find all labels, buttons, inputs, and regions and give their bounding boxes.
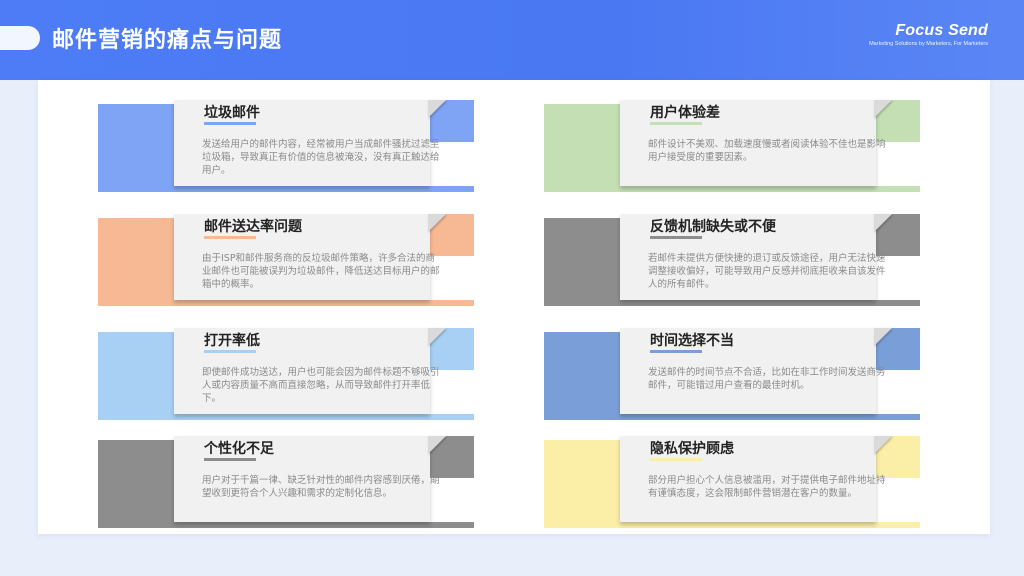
logo-text: Focus Send [895,22,988,39]
card-title-underline [204,122,256,125]
card-description: 即使邮件成功送达，用户也可能会因为邮件标题不够吸引人或内容质量不高而直接忽略，从… [202,367,440,404]
card-description: 发送邮件的时间节点不合适，比如在非工作时间发送商务邮件，可能错过用户查看的最佳时… [648,367,886,391]
card-color-tab [98,332,174,416]
card-description: 邮件设计不美观、加载速度慢或者阅读体验不佳也是影响用户接受度的重要因素。 [648,139,886,163]
logo-tagline: Marketing Solutions by Marketers, For Ma… [869,41,988,47]
card-title: 个性化不足 [204,441,274,457]
card-title: 打开率低 [204,333,260,349]
card-spam: 垃圾邮件发送给用户的邮件内容，经常被用户当成邮件骚扰过滤至垃圾箱，导致真正有价值… [98,100,474,192]
card-description: 由于ISP和邮件服务商的反垃圾邮件策略，许多合法的商业邮件也可能被误判为垃圾邮件… [202,253,440,290]
card-color-stripe [98,186,474,192]
card-personalization: 个性化不足用户对于千篇一律、缺乏针对性的邮件内容感到厌倦，期望收到更符合个人兴趣… [98,436,474,528]
card-title-underline [650,236,702,239]
card-color-stripe [98,414,474,420]
card-feedback: 反馈机制缺失或不便若邮件未提供方便快捷的退订或反馈途径，用户无法快速调整接收偏好… [544,214,920,306]
card-color-stripe [98,522,474,528]
card-description: 发送给用户的邮件内容，经常被用户当成邮件骚扰过滤至垃圾箱，导致真正有价值的信息被… [202,139,440,176]
card-privacy: 隐私保护顾虑部分用户担心个人信息被滥用，对于提供电子邮件地址持有谨慎态度，这会限… [544,436,920,528]
card-page-fold [428,436,446,454]
card-page-fold [874,214,892,232]
card-title-underline [204,350,256,353]
card-open-rate: 打开率低即使邮件成功送达，用户也可能会因为邮件标题不够吸引人或内容质量不高而直接… [98,328,474,420]
brand-logo: Focus Send Marketing Solutions by Market… [856,22,988,48]
card-title-underline [650,350,702,353]
card-color-tab [544,104,620,188]
card-title: 反馈机制缺失或不便 [650,219,776,235]
card-user-experience: 用户体验差邮件设计不美观、加载速度慢或者阅读体验不佳也是影响用户接受度的重要因素… [544,100,920,192]
card-page-fold [428,214,446,232]
card-color-tab [98,104,174,188]
card-title-underline [650,122,702,125]
card-title: 用户体验差 [650,105,720,121]
card-page-fold [874,100,892,118]
card-title: 时间选择不当 [650,333,734,349]
card-deliverability: 邮件送达率问题由于ISP和邮件服务商的反垃圾邮件策略，许多合法的商业邮件也可能被… [98,214,474,306]
card-color-tab [98,218,174,302]
card-title: 垃圾邮件 [204,105,260,121]
card-description: 部分用户担心个人信息被滥用，对于提供电子邮件地址持有谨慎态度，这会限制邮件营销潜… [648,475,886,499]
card-color-tab [544,332,620,416]
card-color-stripe [544,300,920,306]
card-title: 邮件送达率问题 [204,219,302,235]
card-title-underline [204,236,256,239]
card-color-tab [98,440,174,524]
card-color-stripe [98,300,474,306]
header-pill-decoration [0,26,40,50]
card-color-stripe [544,414,920,420]
card-page-fold [874,436,892,454]
card-color-stripe [544,522,920,528]
card-color-tab [544,440,620,524]
card-color-stripe [544,186,920,192]
card-page-fold [428,328,446,346]
card-page-fold [874,328,892,346]
card-page-fold [428,100,446,118]
card-title-underline [204,458,256,461]
card-description: 用户对于千篇一律、缺乏针对性的邮件内容感到厌倦，期望收到更符合个人兴趣和需求的定… [202,475,440,499]
card-timing: 时间选择不当发送邮件的时间节点不合适，比如在非工作时间发送商务邮件，可能错过用户… [544,328,920,420]
card-description: 若邮件未提供方便快捷的退订或反馈途径，用户无法快速调整接收偏好，可能导致用户反感… [648,253,886,290]
card-title: 隐私保护顾虑 [650,441,734,457]
card-color-tab [544,218,620,302]
card-title-underline [650,458,702,461]
page-title: 邮件营销的痛点与问题 [52,28,283,53]
